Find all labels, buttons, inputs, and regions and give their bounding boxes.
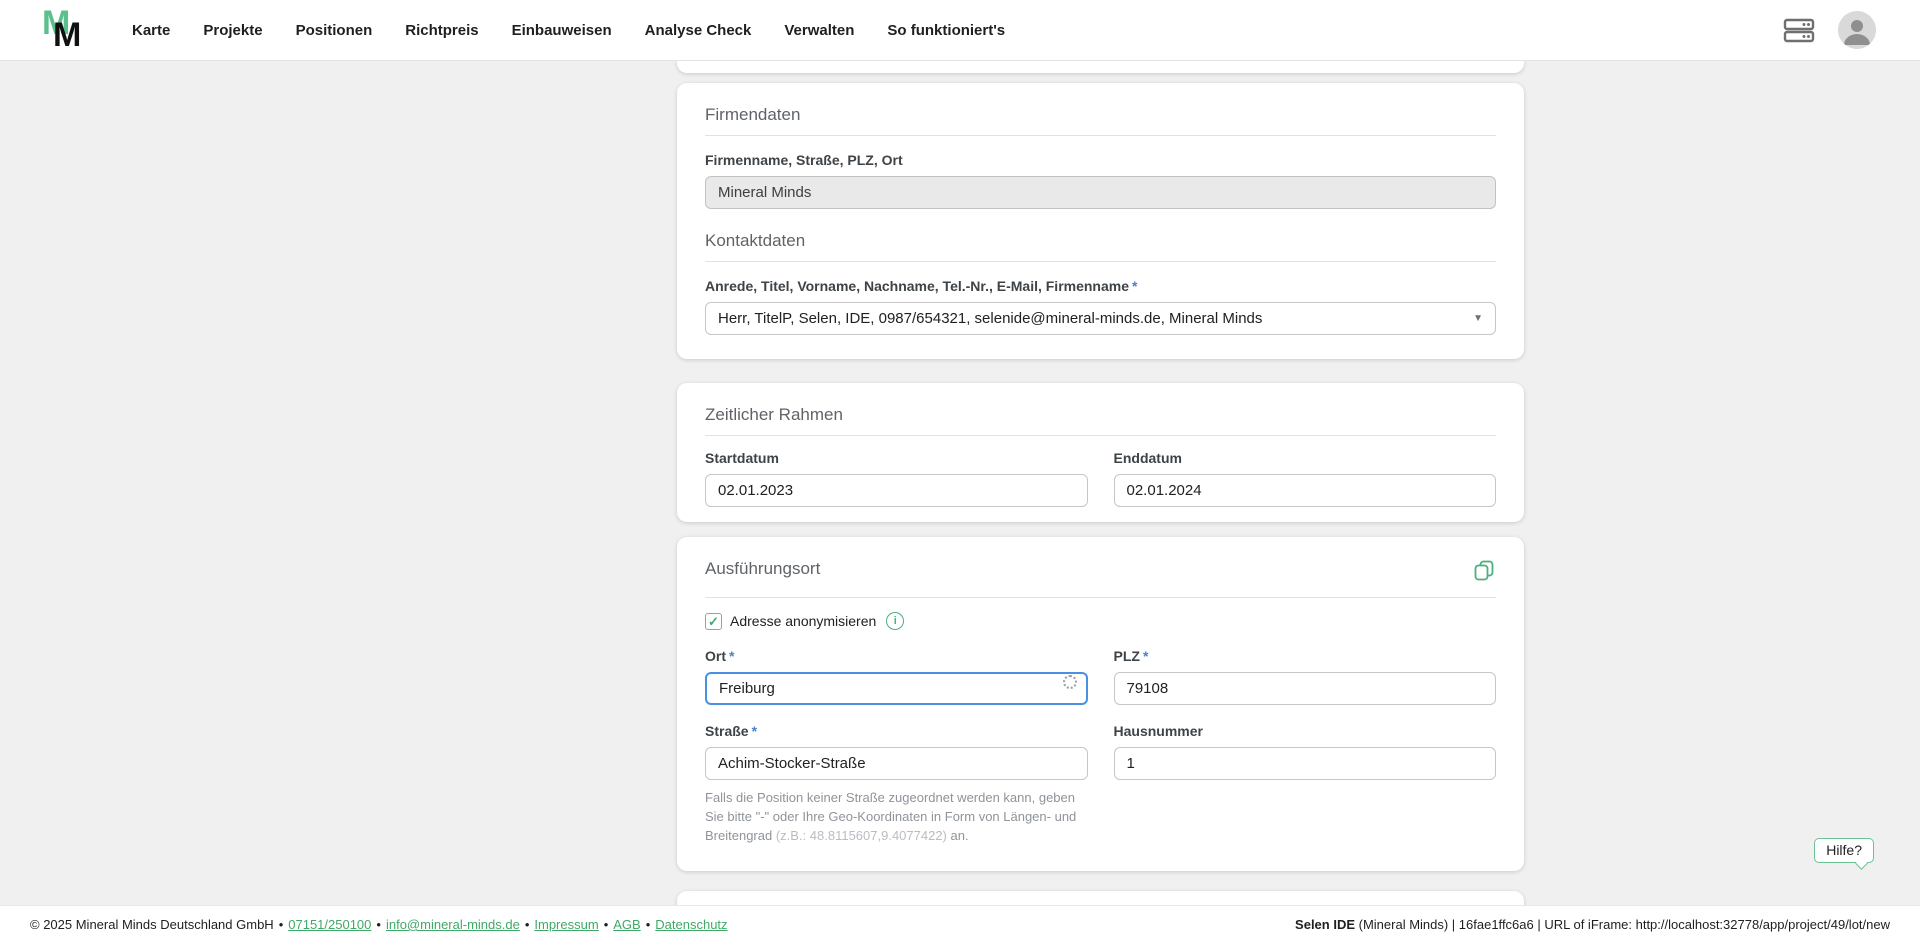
enddatum-field: Enddatum [1114, 436, 1497, 507]
ort-label: Ort* [705, 648, 1088, 665]
info-icon[interactable]: i [886, 612, 904, 630]
divider [705, 597, 1496, 598]
nav-item-analyse-check[interactable]: Analyse Check [645, 22, 752, 39]
divider [705, 261, 1496, 262]
footer-separator: • [646, 917, 651, 932]
ort-label-text: Ort [705, 648, 726, 664]
footer: © 2025 Mineral Minds Deutschland GmbH • … [0, 905, 1920, 943]
enddatum-input[interactable] [1114, 474, 1497, 507]
contact-field-label-text: Anrede, Titel, Vorname, Nachname, Tel.-N… [705, 278, 1129, 294]
info-icon-glyph: i [894, 615, 897, 627]
ort-input[interactable] [705, 672, 1088, 705]
hausnummer-input[interactable] [1114, 747, 1497, 780]
startdatum-label: Startdatum [705, 450, 1088, 467]
anonymize-checkbox[interactable]: ✓ [705, 613, 722, 630]
navbar: M M Karte Projekte Positionen Richtpreis… [0, 0, 1920, 61]
hausnummer-field: Hausnummer [1114, 705, 1497, 780]
firmendaten-title: Firmendaten [705, 105, 1496, 125]
card-firmendaten: Firmendaten Firmenname, Straße, PLZ, Ort… [677, 83, 1524, 359]
required-asterisk: * [752, 723, 757, 739]
strasse-label-text: Straße [705, 723, 749, 739]
contact-select[interactable]: Herr, TitelP, Selen, IDE, 0987/654321, s… [705, 302, 1496, 335]
company-field-label: Firmenname, Straße, PLZ, Ort [705, 152, 1496, 169]
chevron-down-icon: ▼ [1473, 313, 1483, 324]
nav-item-projekte[interactable]: Projekte [203, 22, 262, 39]
card-partial-top [677, 61, 1524, 73]
plz-field: PLZ* [1114, 630, 1497, 705]
plz-input[interactable] [1114, 672, 1497, 705]
ort-field: Ort* [705, 630, 1088, 705]
nav-item-verwalten[interactable]: Verwalten [784, 22, 854, 39]
help-button[interactable]: Hilfe? [1814, 838, 1874, 863]
plz-label-text: PLZ [1114, 648, 1140, 664]
footer-separator: • [376, 917, 381, 932]
strasse-hint: Falls die Position keiner Straße zugeord… [705, 788, 1088, 845]
zeitraum-title: Zeitlicher Rahmen [705, 405, 1496, 425]
main-nav: Karte Projekte Positionen Richtpreis Ein… [132, 22, 1005, 39]
hint-suffix: an. [947, 828, 969, 843]
form-content: Firmendaten Firmenname, Straße, PLZ, Ort… [677, 61, 1524, 919]
strasse-input[interactable] [705, 747, 1088, 780]
hint-example: (z.B.: 48.8115607,9.4077422) [776, 828, 947, 843]
footer-link-phone[interactable]: 07151/250100 [288, 917, 371, 932]
mineral-minds-logo[interactable]: M M [42, 4, 88, 56]
footer-copyright: © 2025 Mineral Minds Deutschland GmbH [30, 917, 274, 932]
nav-item-richtpreis[interactable]: Richtpreis [405, 22, 478, 39]
footer-link-impressum[interactable]: Impressum [534, 917, 598, 932]
nav-item-karte[interactable]: Karte [132, 22, 170, 39]
server-icon[interactable] [1780, 11, 1818, 49]
nav-item-positionen[interactable]: Positionen [296, 22, 373, 39]
ausfuehrungsort-title: Ausführungsort [705, 559, 820, 579]
card-ausfuehrungsort: Ausführungsort ✓ Adresse anonymisieren i [677, 537, 1524, 871]
footer-app-info: Selen IDE (Mineral Minds) | 16fae1ffc6a6… [1295, 917, 1890, 932]
footer-link-agb[interactable]: AGB [613, 917, 640, 932]
footer-app-details: (Mineral Minds) | 16fae1ffc6a6 | URL of … [1355, 917, 1890, 932]
strasse-label: Straße* [705, 723, 1088, 740]
strasse-field: Straße* [705, 705, 1088, 780]
contact-select-value: Herr, TitelP, Selen, IDE, 0987/654321, s… [718, 310, 1262, 327]
kontaktdaten-title: Kontaktdaten [705, 231, 1496, 251]
plz-label: PLZ* [1114, 648, 1497, 665]
footer-link-datenschutz[interactable]: Datenschutz [655, 917, 727, 932]
logo-m-black: M [53, 18, 80, 52]
required-asterisk: * [1132, 278, 1137, 294]
loading-spinner-icon [1063, 675, 1077, 689]
startdatum-input[interactable] [705, 474, 1088, 507]
contact-field-label: Anrede, Titel, Vorname, Nachname, Tel.-N… [705, 278, 1496, 295]
startdatum-field: Startdatum [705, 436, 1088, 507]
divider [705, 135, 1496, 136]
hausnummer-label: Hausnummer [1114, 723, 1497, 740]
checkmark-icon: ✓ [708, 615, 719, 628]
anonymize-label[interactable]: Adresse anonymisieren [730, 613, 876, 629]
required-asterisk: * [1143, 648, 1148, 664]
anonymize-row: ✓ Adresse anonymisieren i [705, 612, 1496, 630]
enddatum-label: Enddatum [1114, 450, 1497, 467]
help-button-label: Hilfe? [1826, 842, 1862, 858]
footer-left: © 2025 Mineral Minds Deutschland GmbH • … [30, 917, 728, 932]
navbar-right [1780, 11, 1876, 49]
footer-separator: • [279, 917, 284, 932]
company-input[interactable] [705, 176, 1496, 209]
nav-item-so-funktionierts[interactable]: So funktioniert's [887, 22, 1005, 39]
copy-icon[interactable] [1473, 559, 1496, 587]
page: M M Karte Projekte Positionen Richtpreis… [0, 0, 1920, 943]
help-bubble-tail [1855, 857, 1868, 870]
user-avatar[interactable] [1838, 11, 1876, 49]
card-zeitlicher-rahmen: Zeitlicher Rahmen Startdatum Enddatum [677, 383, 1524, 522]
nav-item-einbauweisen[interactable]: Einbauweisen [512, 22, 612, 39]
required-asterisk: * [729, 648, 734, 664]
footer-link-email[interactable]: info@mineral-minds.de [386, 917, 520, 932]
footer-separator: • [604, 917, 609, 932]
footer-app-name: Selen IDE [1295, 917, 1355, 932]
footer-separator: • [525, 917, 530, 932]
